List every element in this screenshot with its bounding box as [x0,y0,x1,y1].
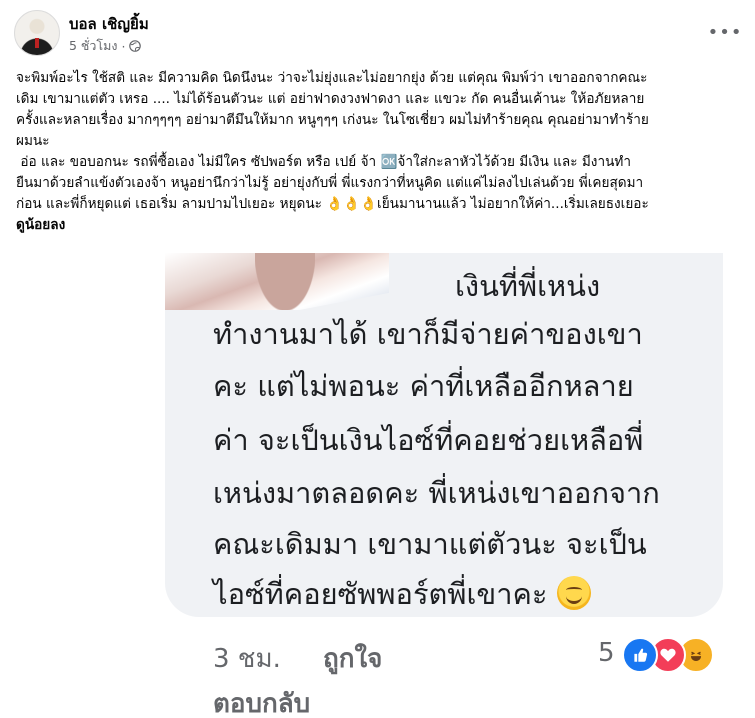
more-dots-icon[interactable]: ••• [708,16,742,48]
post-text-line: ก่อน และพี่ก็หยุดแต่ เธอเริ่ม ลามปามไปเย… [16,196,649,212]
comment-like-button[interactable]: ถูกใจ [323,638,382,679]
author-name[interactable]: บอล เชิญยิ้ม [69,12,149,36]
comment-line: คะ แต่ไม่พอนะ ค่าที่เหลืออีกหลาย [213,369,634,403]
comment-reply-button[interactable]: ตอบกลับ [213,683,310,718]
smiling-face-icon [556,576,591,610]
comment-line: เหน่งมาตลอดคะ พี่เหน่งเขาออกจาก [213,476,660,510]
see-less-link[interactable]: ดูน้อยลง [16,217,65,233]
post-text-line: ครั้งและหลายเรื่อง มากๆๆๆๆ อย่ามาตีมึนให… [16,112,649,128]
post-text-line: เดิม เขามาแต่ตัว เหรอ .... ไม่ได้ร้อนตัว… [16,91,645,107]
comment-line: ค่า จะเป็นเงินไอซ์ที่คอยช่วยเหลือพี่ [213,423,644,457]
like-icon [622,637,658,673]
reaction-icons [622,637,732,673]
post-text-line: ยืนมาด้วยลำแข้งตัวเองจ้า หนูอย่านึกว่าไม… [16,175,644,191]
reaction-count: 5 [598,638,615,668]
comment-time: 3 ชม. [213,644,281,674]
comment-line-text: ไอซ์ที่คอยซัพพอร์ตพี่เขาคะ [213,577,548,611]
post-header: บอล เชิญยิ้ม 5 ชั่วโมง · ••• [14,10,741,58]
facebook-post: บอล เชิญยิ้ม 5 ชั่วโมง · ••• จะพิมพ์อะไร… [0,0,755,718]
comment-line: เงินที่พี่เหน่ง [455,269,601,303]
post-text-line: อ่อ และ ขอบอกนะ รถพี่ซื้อเอง ไม่มีใคร ซั… [16,154,631,170]
post-text: จะพิมพ์อะไร ใช้สติ และ มีความคิด นิดนึงน… [16,68,740,236]
post-meta: 5 ชั่วโมง · [69,36,142,56]
comment-line-last: ไอซ์ที่คอยซัพพอร์ตพี่เขาคะ [213,571,591,617]
post-text-line: จะพิมพ์อะไร ใช้สติ และ มีความคิด นิดนึงน… [16,70,648,86]
meta-separator: · [121,38,126,54]
globe-icon[interactable] [129,40,142,52]
avatar-tie [35,38,39,48]
attached-comment-screenshot[interactable]: เงินที่พี่เหน่ง ทำงานมาได้ เขาก็มีจ่ายค่… [0,253,755,718]
author-avatar[interactable] [14,10,60,56]
post-text-line: ผมนะ [16,133,50,149]
comment-line: คณะเดิมมา เขามาแต่ตัวนะ จะเป็น [213,527,647,561]
comment-line: ทำงานมาได้ เขาก็มีจ่ายค่าของเขา [213,317,643,351]
post-time[interactable]: 5 ชั่วโมง [69,36,118,56]
